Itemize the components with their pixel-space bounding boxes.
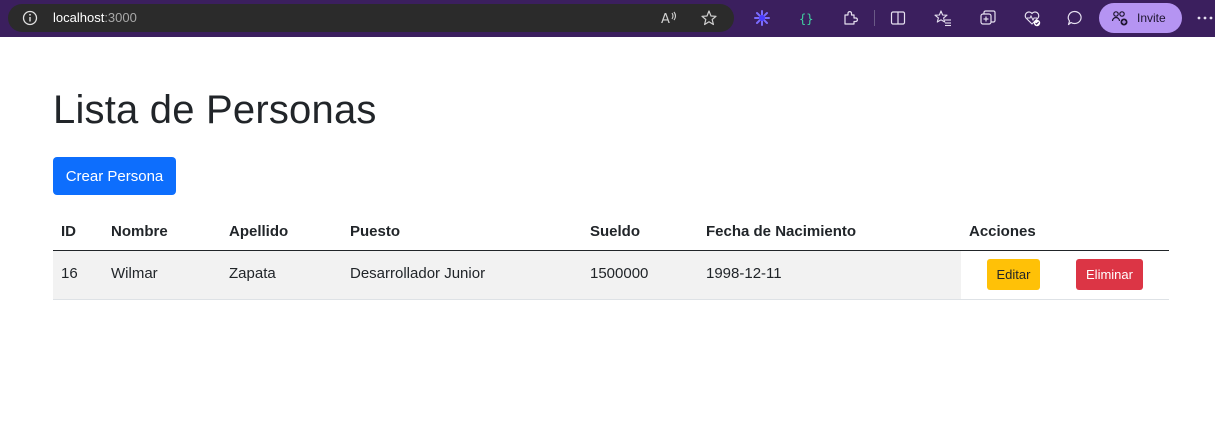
split-screen-icon[interactable] — [889, 9, 907, 27]
cell-id: 16 — [61, 265, 78, 282]
cell-sueldo: 1500000 — [590, 265, 649, 282]
extensions-icon[interactable] — [841, 9, 859, 27]
cell-nombre: Wilmar — [111, 265, 158, 282]
invite-people-icon — [1111, 11, 1128, 26]
read-aloud-icon[interactable]: A — [660, 9, 678, 27]
invite-button[interactable]: Invite — [1099, 3, 1182, 33]
cell-puesto: Desarrollador Junior — [350, 265, 486, 282]
cell-apellido: Zapata — [229, 265, 276, 282]
collections-icon[interactable] — [979, 9, 997, 27]
page-title: Lista de Personas — [53, 88, 377, 132]
performance-heart-icon[interactable] — [1023, 9, 1041, 27]
feedback-icon[interactable] — [1066, 9, 1084, 27]
header-apellido: Apellido — [229, 223, 289, 240]
table-row: 16 Wilmar Zapata Desarrollador Junior 15… — [53, 251, 1169, 300]
header-fecha: Fecha de Nacimiento — [706, 223, 857, 240]
favorite-star-icon[interactable] — [700, 9, 718, 27]
more-icon[interactable] — [1196, 9, 1214, 27]
invite-label: Invite — [1137, 11, 1166, 25]
favorites-icon[interactable] — [934, 9, 952, 27]
persons-table: ID Nombre Apellido Puesto Sueldo Fecha d… — [53, 212, 1169, 300]
delete-button[interactable]: Eliminar — [1076, 259, 1143, 290]
cell-fecha: 1998-12-11 — [706, 265, 782, 282]
header-nombre: Nombre — [111, 223, 168, 240]
toolbar-divider — [874, 10, 875, 26]
url-text[interactable]: localhost:3000 — [53, 10, 137, 25]
address-bar[interactable]: localhost:3000 A — [8, 4, 734, 32]
info-icon[interactable] — [22, 10, 38, 26]
header-acciones: Acciones — [969, 223, 1036, 240]
copilot-icon[interactable] — [753, 9, 771, 27]
svg-text:{}: {} — [799, 12, 813, 26]
table-header: ID Nombre Apellido Puesto Sueldo Fecha d… — [53, 212, 1169, 251]
browser-toolbar: localhost:3000 A {} Invite — [0, 0, 1215, 37]
header-id: ID — [61, 223, 76, 240]
url-host: localhost — [53, 10, 105, 25]
devtools-braces-icon[interactable]: {} — [797, 9, 815, 27]
svg-text:A: A — [661, 12, 670, 27]
header-sueldo: Sueldo — [590, 223, 641, 240]
header-puesto: Puesto — [350, 223, 401, 240]
edit-button[interactable]: Editar — [987, 259, 1040, 290]
url-port: :3000 — [104, 10, 137, 25]
create-person-button[interactable]: Crear Persona — [53, 157, 176, 195]
